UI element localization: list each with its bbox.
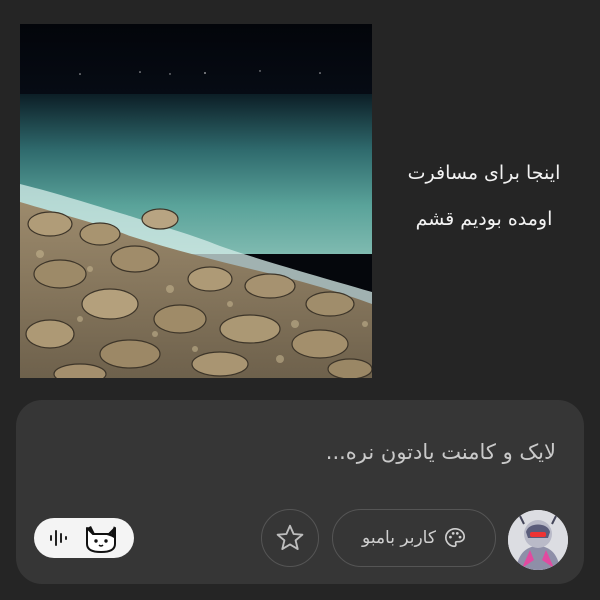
cat-icon[interactable]: [81, 522, 121, 554]
input-mode-pill[interactable]: [34, 518, 134, 558]
voice-wave-icon[interactable]: [47, 526, 71, 550]
post-caption: اینجا برای مسافرت اومده بودیم قشم: [384, 150, 584, 242]
user-chip-label: کاربر بامبو: [362, 528, 436, 548]
caption-line: اومده بودیم قشم: [415, 208, 553, 230]
caption-line: اینجا برای مسافرت: [407, 162, 561, 184]
star-button[interactable]: [261, 509, 319, 567]
user-chip[interactable]: کاربر بامبو: [332, 509, 496, 567]
comment-composer: لایک و کامنت یادتون نره... کاربر بامبو: [16, 400, 584, 584]
post-photo[interactable]: [20, 24, 372, 378]
chat-screen: اینجا برای مسافرت اومده بودیم قشم لایک و…: [0, 0, 600, 600]
avatar[interactable]: [508, 510, 568, 570]
comment-input[interactable]: لایک و کامنت یادتون نره...: [326, 440, 556, 464]
star-icon: [276, 524, 304, 550]
palette-icon: [444, 528, 465, 548]
